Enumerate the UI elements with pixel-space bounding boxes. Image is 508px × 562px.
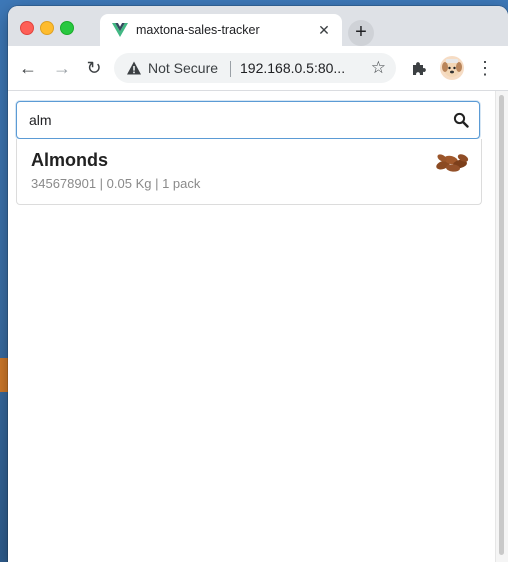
dog-avatar-icon [442, 59, 462, 77]
page-scrollbar[interactable] [495, 91, 508, 562]
search-icon[interactable] [453, 112, 469, 128]
forward-icon[interactable]: → [50, 56, 74, 80]
zoom-window-button[interactable] [60, 21, 74, 35]
address-divider [230, 61, 231, 77]
browser-toolbar: ← → ↻ Not Secure 192.168.0.5:80... ☆ ⋮ [8, 46, 508, 91]
close-window-button[interactable] [20, 21, 34, 35]
profile-avatar[interactable] [440, 56, 464, 80]
tab-active[interactable]: maxtona-sales-tracker ✕ [100, 14, 342, 46]
new-tab-button[interactable]: + [348, 20, 374, 46]
search-input[interactable] [29, 102, 429, 138]
browser-window: maxtona-sales-tracker ✕ + ← → ↻ Not Secu… [8, 6, 508, 562]
desktop-background-strip [0, 358, 8, 392]
vue-logo-icon [112, 23, 128, 37]
tab-close-icon[interactable]: ✕ [316, 22, 332, 38]
almonds-image-icon [436, 154, 469, 172]
app-page: Almonds 345678901 | 0.05 Kg | 1 pack [8, 91, 508, 562]
reload-icon[interactable]: ↻ [82, 56, 106, 80]
browser-menu-icon[interactable]: ⋮ [476, 56, 494, 80]
product-name: Almonds [31, 150, 109, 170]
product-search-box[interactable] [16, 101, 480, 139]
back-icon[interactable]: ← [16, 56, 40, 80]
minimize-window-button[interactable] [40, 21, 54, 35]
search-result-item[interactable]: Almonds 345678901 | 0.05 Kg | 1 pack [16, 139, 482, 205]
security-status[interactable]: Not Secure [148, 60, 218, 76]
bookmark-star-icon[interactable]: ☆ [371, 58, 386, 78]
warning-icon[interactable] [126, 60, 142, 76]
tab-title: maxtona-sales-tracker [136, 23, 260, 37]
product-details: 345678901 | 0.05 Kg | 1 pack [31, 176, 201, 191]
tab-strip: maxtona-sales-tracker ✕ + [8, 6, 508, 46]
extensions-puzzle-icon[interactable] [410, 59, 428, 77]
scrollbar-thumb[interactable] [499, 95, 504, 555]
address-bar[interactable]: Not Secure 192.168.0.5:80... ☆ [114, 53, 396, 83]
url-text[interactable]: 192.168.0.5:80... [240, 60, 345, 76]
